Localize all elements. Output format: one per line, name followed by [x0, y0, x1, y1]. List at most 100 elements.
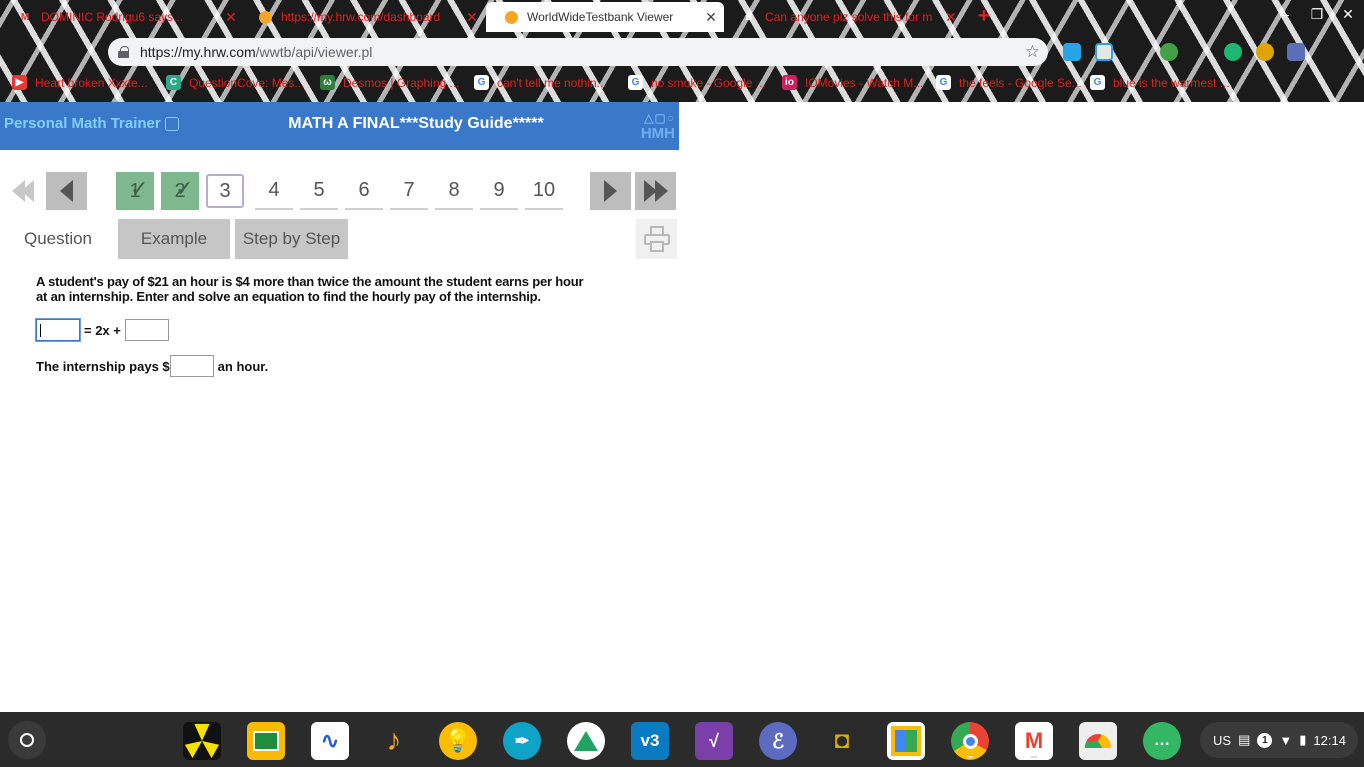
graph-app-icon[interactable]: ∿: [311, 722, 349, 760]
bookmark-item[interactable]: C QuestionCove: Mes...: [166, 75, 304, 90]
pen-app-icon[interactable]: ✒: [503, 722, 541, 760]
classroom-icon[interactable]: [247, 722, 285, 760]
iomovies-icon: io: [782, 75, 797, 90]
brainly-icon: B: [745, 11, 753, 23]
question-navigation: 1 ✓ 2 ✓ 3 4 5 6 7 8 9 10: [0, 170, 679, 214]
close-tab-icon[interactable]: ✕: [944, 9, 958, 26]
question-10-button[interactable]: 10: [525, 172, 563, 210]
question-6-button[interactable]: 6: [345, 172, 383, 210]
first-question-button[interactable]: [6, 172, 40, 210]
question-8-button[interactable]: 8: [435, 172, 473, 210]
gold-app-icon[interactable]: ◘: [823, 722, 861, 760]
launcher-button[interactable]: [8, 721, 46, 759]
browser-tab-1[interactable]: M DOMINIC Rodrigu6 says... ✕: [0, 2, 244, 32]
bookmark-item[interactable]: G no smoke - Google ...: [628, 75, 766, 90]
question-3-button-current[interactable]: 3: [206, 174, 244, 208]
logo-shapes-icon: △▢○: [644, 111, 675, 125]
extension-icon[interactable]: [1095, 43, 1113, 61]
browser-tab-3-active[interactable]: WorldWideTestbank Viewer ✕: [486, 2, 724, 32]
new-tab-button[interactable]: +: [978, 5, 990, 28]
bookmark-item[interactable]: G can't tell me nothin...: [474, 75, 607, 90]
vernier-icon[interactable]: v3: [631, 722, 669, 760]
google-icon: G: [474, 75, 489, 90]
question-1-button[interactable]: 1 ✓: [116, 172, 154, 210]
drive-icon[interactable]: [567, 722, 605, 760]
close-window-icon[interactable]: ✕: [1338, 6, 1358, 23]
battery-icon: ▮: [1299, 732, 1307, 747]
assignment-title: MATH A FINAL***Study Guide*****: [288, 115, 544, 132]
tab-strip: M DOMINIC Rodrigu6 says... ✕ https://my.…: [0, 0, 1364, 33]
equation-row: = 2x +: [36, 319, 169, 341]
equation-constant-input[interactable]: [124, 319, 169, 341]
browser-tab-4[interactable]: B Can anyone plz solve this for m ✕: [724, 2, 964, 32]
bookmark-star-icon[interactable]: ☆: [1025, 42, 1040, 62]
clipboard-icon: ▤: [1238, 732, 1251, 747]
print-button[interactable]: [636, 219, 677, 259]
next-question-button[interactable]: [590, 172, 631, 210]
notification-badge: 1: [1257, 732, 1273, 748]
question-prompt: A student's pay of $21 an hour is $4 mor…: [36, 274, 584, 304]
question-7-button[interactable]: 7: [390, 172, 428, 210]
minimize-icon[interactable]: –: [1275, 6, 1295, 22]
hmh-logo: △▢○ HMH: [640, 111, 675, 142]
extension-camera-icon[interactable]: [1287, 43, 1305, 61]
keep-icon[interactable]: 💡: [439, 722, 477, 760]
google-icon: G: [628, 75, 643, 90]
close-tab-icon[interactable]: ✕: [704, 9, 718, 26]
answer-input[interactable]: [169, 355, 214, 377]
system-shelf: ∿ ♪ 💡 ✒ v3 √ ℰ ◘ M … US ▤ 1 ▼ ▮ 12:14: [0, 712, 1364, 767]
music-icon[interactable]: ♪: [375, 722, 413, 760]
last-question-button[interactable]: [635, 172, 676, 210]
e-app-icon[interactable]: ℰ: [759, 722, 797, 760]
restore-icon[interactable]: ❐: [1307, 6, 1327, 23]
tab-title: WorldWideTestbank Viewer: [527, 10, 674, 24]
close-tab-icon[interactable]: ✕: [465, 9, 479, 26]
status-tray[interactable]: US ▤ 1 ▼ ▮ 12:14: [1200, 722, 1358, 758]
gmail-icon[interactable]: M: [1015, 722, 1053, 760]
chrome-icon[interactable]: [951, 722, 989, 760]
question-content: A student's pay of $21 an hour is $4 mor…: [36, 274, 596, 377]
question-2-button[interactable]: 2 ✓: [161, 172, 199, 210]
launcher-icon: [20, 733, 34, 747]
google-icon: G: [936, 75, 951, 90]
previous-question-button[interactable]: [46, 172, 87, 210]
tab-title: https://my.hrw.com/dashboard: [281, 10, 441, 24]
tab-question[interactable]: Question: [14, 219, 102, 259]
question-4-button[interactable]: 4: [255, 172, 293, 210]
bookmark-item[interactable]: ω Desmos | Graphing ...: [320, 75, 460, 90]
hrw-icon: [258, 10, 272, 24]
extension-green-icon[interactable]: [1160, 43, 1178, 61]
equation-left-input[interactable]: [36, 319, 80, 341]
question-5-button[interactable]: 5: [300, 172, 338, 210]
chat-icon[interactable]: …: [1143, 722, 1181, 760]
hrw-icon: [504, 10, 518, 24]
question-tabs: Question Example Step by Step: [0, 219, 679, 259]
cloud-print-icon[interactable]: [1079, 722, 1117, 760]
bookmark-item[interactable]: G the feels - Google Se...: [936, 75, 1082, 90]
notebook-icon[interactable]: √: [695, 722, 733, 760]
extension-yellow-icon[interactable]: [1256, 43, 1274, 61]
extension-grammar-icon[interactable]: [1224, 43, 1242, 61]
answer-suffix: an hour.: [217, 358, 269, 374]
tab-example[interactable]: Example: [118, 219, 230, 259]
tab-step-by-step[interactable]: Step by Step: [235, 219, 348, 259]
tab-title: Can anyone plz solve this for m: [765, 10, 933, 24]
right-arrow-icon: [604, 180, 617, 202]
google-icon: G: [1090, 75, 1105, 90]
lock-icon: [118, 46, 129, 58]
bookmarks-bar: ▶ Heart broken Xxxte... C QuestionCove: …: [0, 72, 1364, 96]
clock: 12:14: [1313, 732, 1346, 748]
radiation-app-icon[interactable]: [183, 722, 221, 760]
browser-tab-2[interactable]: https://my.hrw.com/dashboard ✕: [240, 2, 485, 32]
left-arrow-icon: [60, 180, 73, 202]
board-icon[interactable]: [887, 722, 925, 760]
close-tab-icon[interactable]: ✕: [224, 9, 238, 26]
question-9-button[interactable]: 9: [480, 172, 518, 210]
bookmark-item[interactable]: ▶ Heart broken Xxxte...: [12, 75, 148, 90]
address-bar[interactable]: https://my.hrw.com/wwtb/api/viewer.pl ☆: [108, 38, 1048, 66]
bookmark-item[interactable]: G blue is the warmest ...: [1090, 75, 1230, 90]
questioncove-icon: C: [166, 75, 181, 90]
extension-cloud-icon[interactable]: [1063, 43, 1081, 61]
input-language: US: [1213, 732, 1232, 748]
bookmark-item[interactable]: io IOMovies - Watch M...: [782, 75, 923, 90]
